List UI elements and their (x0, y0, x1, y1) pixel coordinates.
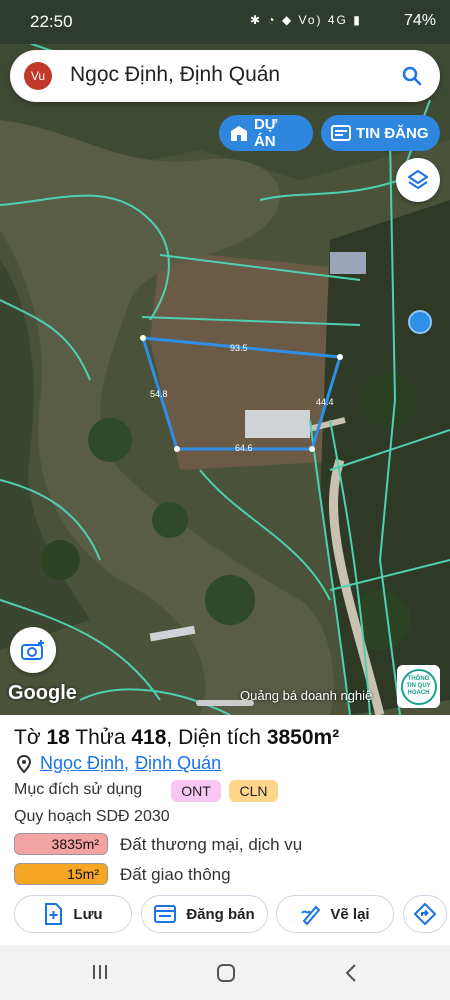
tin-dang-label: TIN ĐĂNG (356, 124, 429, 142)
save-label: Lưu (73, 905, 103, 923)
planning-info-button[interactable]: THÔNG TIN QUY HOẠCH (397, 665, 440, 708)
redraw-label: Vẽ lại (330, 905, 370, 923)
planning-area-label: Đất giao thông (120, 865, 231, 884)
usage-tag-ont: ONT (171, 780, 221, 802)
parcel-info-sheet: Tờ 18 Thửa 418, Diện tích 3850m² Ngọc Đị… (0, 715, 450, 945)
add-photo-button[interactable] (10, 627, 56, 673)
battery-level: 74% (403, 12, 436, 29)
planning-label: Quy hoạch SDĐ 2030 (14, 808, 170, 825)
avatar[interactable]: Vu (24, 62, 52, 90)
dimension-left: 54.8 (150, 389, 168, 399)
satellite-map[interactable]: 93.5 54.8 44.4 64.6 (0, 0, 450, 715)
google-logo: Google (8, 682, 77, 704)
du-an-button[interactable]: DỰ ÁN (219, 115, 313, 151)
save-doc-icon (45, 903, 63, 925)
planning-area-chip: 3835m² (14, 833, 108, 855)
usage-tag-cln: CLN (229, 780, 278, 802)
location-commune-link[interactable]: Ngọc Định (40, 753, 124, 774)
tin-dang-button[interactable]: TIN ĐĂNG (321, 115, 440, 151)
parcel-title: Tờ 18 Thửa 418, Diện tích 3850m² (14, 726, 340, 749)
du-an-label: DỰ ÁN (253, 116, 278, 150)
directions-icon (414, 903, 436, 925)
current-location-marker (408, 310, 432, 334)
redraw-button[interactable]: Vẽ lại (276, 895, 394, 933)
planning-area-chip: 15m² (14, 863, 108, 885)
status-icons: ✱ ◔ ◆ Vo) 4G ▮ (250, 13, 362, 27)
search-bar[interactable]: Vu Ngọc Định, Định Quán (10, 50, 440, 102)
status-time: 22:50 (30, 12, 73, 31)
usage-label: Mục đích sử dụng (14, 781, 143, 798)
draw-pen-icon (301, 905, 321, 925)
action-bar: Lưu Đăng bán Vẽ lại (0, 895, 450, 935)
promo-banner[interactable]: Quảng bá doanh nghiệ (240, 688, 372, 703)
post-sale-button[interactable]: Đăng bán (141, 895, 268, 933)
status-bar: 22:50 ✱ ◔ ◆ Vo) 4G ▮ 74% (0, 0, 450, 44)
home-icon[interactable] (216, 963, 236, 983)
dimension-bottom: 64.6 (235, 443, 253, 453)
search-icon[interactable] (400, 64, 424, 88)
building-icon (230, 126, 247, 141)
parcel-location: Ngọc Định, Định Quán (16, 753, 221, 774)
listing-icon (154, 905, 177, 923)
back-icon[interactable] (344, 963, 358, 983)
post-sale-label: Đăng bán (186, 905, 255, 923)
dimension-top: 93.5 (230, 343, 248, 353)
location-district-link[interactable]: Định Quán (135, 753, 221, 774)
directions-button[interactable] (403, 895, 447, 933)
camera-plus-icon (21, 640, 44, 660)
map-imagery (0, 0, 450, 715)
planning-info-label: THÔNG TIN QUY HOẠCH (400, 668, 437, 705)
planning-area-label: Đất thương mại, dịch vụ (120, 835, 303, 854)
recent-apps-icon[interactable] (91, 963, 109, 981)
sheet-grabber[interactable] (196, 700, 254, 706)
layers-icon (408, 170, 428, 189)
layers-button[interactable] (396, 158, 440, 202)
news-icon (331, 125, 351, 141)
location-pin-icon (16, 754, 32, 773)
search-input[interactable]: Ngọc Định, Định Quán (70, 63, 280, 87)
save-button[interactable]: Lưu (14, 895, 132, 933)
system-nav-bar (0, 945, 450, 1000)
dimension-right: 44.4 (316, 397, 334, 407)
